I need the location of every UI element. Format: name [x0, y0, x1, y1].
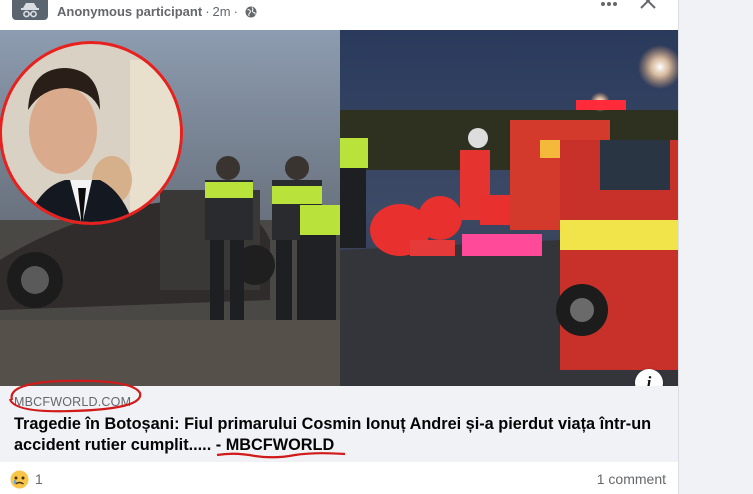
- right-background: [678, 0, 753, 494]
- separator-2: ·: [233, 4, 238, 19]
- link-headline[interactable]: Tragedie în Botoșani: Fiul primarului Co…: [14, 414, 669, 456]
- reaction-count[interactable]: 1: [35, 471, 43, 487]
- author-line: Anonymous participant · 2m ·: [57, 4, 257, 19]
- post-card: Anonymous participant · 2m · i MBCFWORLD…: [0, 0, 678, 494]
- separator: ·: [205, 4, 210, 19]
- close-icon[interactable]: [638, 0, 658, 12]
- sad-emoji-icon[interactable]: [10, 470, 29, 489]
- accident-scene-image: [0, 30, 678, 386]
- link-domain: MBCFWORLD.COM: [14, 395, 132, 409]
- more-options-icon[interactable]: [600, 0, 618, 10]
- post-photo[interactable]: [0, 30, 678, 386]
- globe-icon: [245, 6, 257, 18]
- author-name[interactable]: Anonymous participant: [57, 4, 202, 19]
- anonymous-avatar[interactable]: [12, 0, 48, 20]
- comment-count-link[interactable]: 1 comment: [597, 471, 666, 487]
- post-footer: 1 1 comment: [0, 462, 678, 494]
- link-preview[interactable]: MBCFWORLD.COM Tragedie în Botoșani: Fiul…: [0, 379, 678, 462]
- post-header: Anonymous participant · 2m ·: [0, 0, 678, 30]
- post-timestamp[interactable]: 2m: [213, 4, 231, 19]
